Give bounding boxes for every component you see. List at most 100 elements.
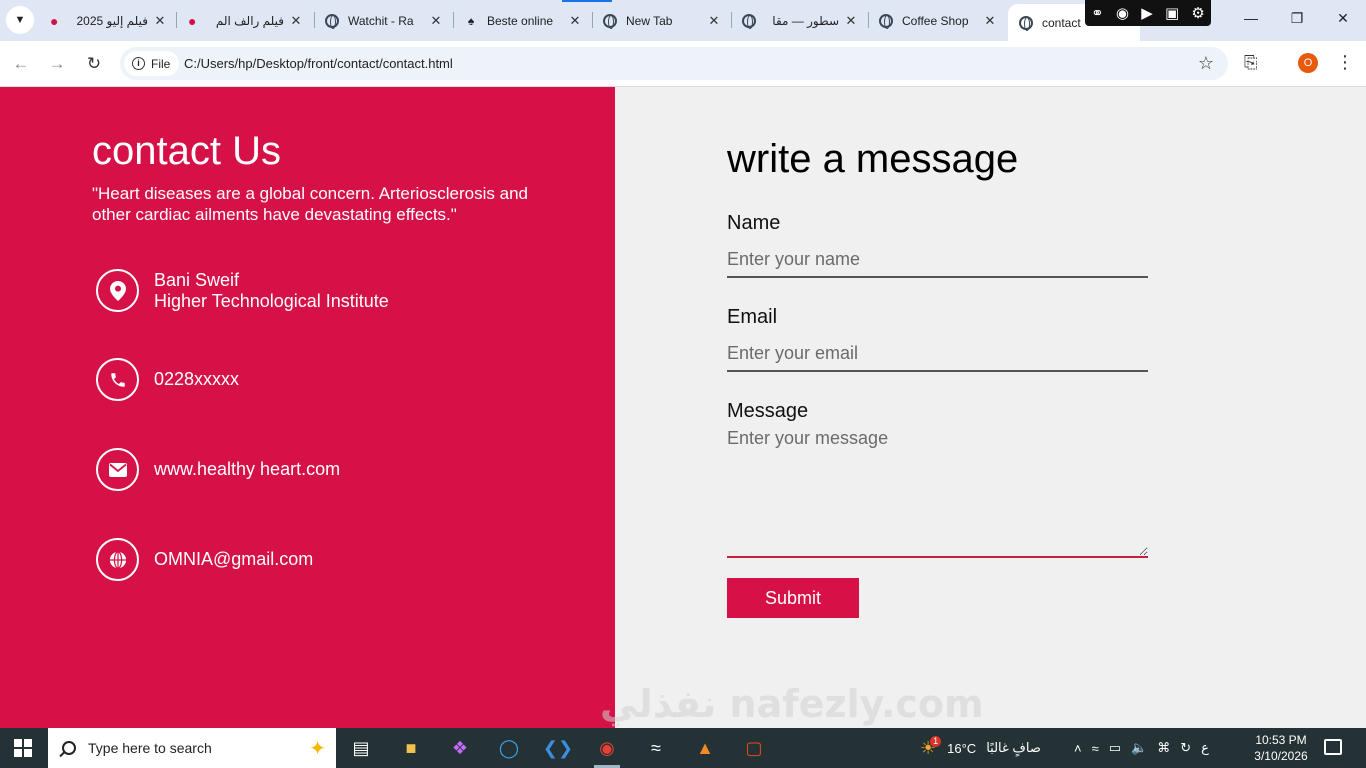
camera-icon[interactable]: ◉ [1116,4,1129,22]
website-row: www.healthy heart.com [96,448,340,491]
weather-widget[interactable]: ☀ 1 16°C صافٍ غالبًا [920,728,1041,768]
close-icon[interactable]: ✕ [706,13,722,29]
sparkle-icon: ✦ [309,738,326,760]
game-icon: ♠ [467,13,475,28]
phone-text: 0228xxxxx [154,369,240,389]
menu-icon[interactable]: ⋮ [1336,52,1354,73]
office-icon[interactable]: ▢ [739,734,769,762]
windows-taskbar: Type here to search ✦ ▤ ■ ❖ ◯ ❮❯ ◉ ≈ ▲ ▢… [0,728,1366,768]
browser-tab[interactable]: Watchit - Ra ✕ [324,6,444,35]
browser-tab[interactable]: Coffee Shop ✕ [878,6,998,35]
website-text: www.healthy heart.com [154,459,341,479]
loading-indicator [562,0,612,2]
contact-info-panel: contact Us "Heart diseases are a global … [0,87,615,728]
tab-search-button[interactable]: ▼ [6,6,34,34]
close-icon[interactable]: ✕ [428,13,444,29]
extensions-icon[interactable]: ⎘ [1244,53,1258,73]
red-logo-icon: ● [188,12,197,29]
vscode-icon[interactable]: ❮❯ [543,734,573,762]
info-icon: i [132,57,145,70]
weather-text: صافٍ غالبًا [986,740,1041,755]
reload-button[interactable]: ↻ [83,53,105,75]
tab-label: Watchit - Ra [348,13,414,28]
file-explorer-icon[interactable]: ■ [396,734,426,762]
site-info-chip[interactable]: i File [124,51,180,76]
app-icon[interactable]: ▲ [690,734,720,762]
close-window-button[interactable]: ✕ [1333,10,1353,27]
windows-start-icon[interactable] [14,739,32,757]
globe-icon [324,13,340,29]
chrome-icon[interactable]: ◉ [592,734,622,768]
address-line2: Higher Technological Institute [154,290,389,311]
wifi-icon[interactable]: ⌘ [1157,740,1170,756]
tab-label: New Tab [626,13,673,28]
sync-icon[interactable]: ↻ [1180,740,1191,756]
forward-button[interactable]: → [46,53,68,75]
tab-separator [731,12,732,28]
clock[interactable]: 10:53 PM 3/10/2026 [1248,732,1314,764]
tab-label: فيلم إليو 2025 [76,13,149,28]
globe-icon [96,538,139,581]
message-textarea[interactable] [727,428,1148,558]
browser-tab[interactable]: ● فيلم رالف الم ✕ [186,6,304,35]
browser-tab[interactable]: ♠ Beste online ✕ [463,6,583,35]
watermark: نفذلي nafezly.com [600,682,984,726]
video-icon[interactable]: ▶ [1141,4,1153,22]
close-icon[interactable]: ✕ [152,13,168,29]
back-button[interactable]: ← [10,53,32,75]
form-title: write a message [727,137,1019,181]
weather-badge: 1 [930,735,942,747]
minimize-button[interactable]: — [1241,10,1261,26]
file-chip-label: File [151,56,171,71]
email-input[interactable] [727,336,1148,372]
chevron-down-icon: ▼ [14,14,26,26]
name-input[interactable] [727,242,1148,278]
search-placeholder: Type here to search [88,740,212,756]
email-text: OMNIA@gmail.com [154,549,314,569]
browser-tab[interactable]: New Tab ✕ [602,6,722,35]
url-text[interactable]: C:/Users/hp/Desktop/front/contact/contac… [184,56,453,71]
name-label: Name [727,212,781,234]
tab-label: Beste online [487,13,554,28]
taskbar-search[interactable]: Type here to search ✦ [48,728,336,768]
network-icon[interactable]: ≈ [1092,741,1099,756]
system-tray: ˄ ≈ ▭ 🔈 ⌘ ↻ ع [1074,728,1209,768]
close-icon[interactable]: ✕ [843,13,859,29]
globe-icon [602,13,618,29]
location-pin-icon [96,269,139,312]
red-logo-icon: ● [50,12,59,29]
gear-icon[interactable]: ⚙ [1191,4,1204,22]
submit-button[interactable]: Submit [727,578,859,618]
message-form-panel: write a message Name Email Message Submi… [615,87,1366,728]
address-bar[interactable]: i File C:/Users/hp/Desktop/front/contact… [120,47,1228,80]
browser-toolbar: ← → ↻ i File C:/Users/hp/Desktop/front/c… [0,41,1366,87]
browser-tab[interactable]: سطور — مقا ✕ [741,6,859,35]
tab-label: فيلم رالف الم [215,13,284,28]
language-indicator[interactable]: ع [1201,740,1209,756]
contact-quote: "Heart diseases are a global concern. Ar… [92,184,528,224]
search-icon [62,741,76,755]
globe-icon [1018,15,1034,31]
chevron-up-icon[interactable]: ˄ [1074,741,1082,756]
close-icon[interactable]: ✕ [288,13,304,29]
email-label: Email [727,306,778,328]
link-icon[interactable]: ⚭ [1091,4,1104,22]
contact-page: contact Us "Heart diseases are a global … [0,87,1366,728]
address-text: Bani Sweif Higher Technological Institut… [154,270,389,312]
volume-icon[interactable]: 🔈 [1131,740,1147,756]
browser-tab[interactable]: ● فيلم إليو 2025 ✕ [48,6,168,35]
globe-icon [878,13,894,29]
close-icon[interactable]: ✕ [567,13,583,29]
contact-title: contact Us [92,129,281,173]
bookmark-star-icon[interactable]: ☆ [1198,53,1214,74]
battery-icon[interactable]: ▭ [1109,740,1121,756]
notification-icon[interactable] [1324,739,1342,755]
window-icon[interactable]: ▣ [1165,4,1179,22]
close-icon[interactable]: ✕ [982,13,998,29]
restore-button[interactable]: ❐ [1287,10,1307,27]
copilot-icon[interactable]: ❖ [445,734,475,762]
task-view-icon[interactable]: ▤ [346,734,376,762]
wifi-app-icon[interactable]: ≈ [641,734,671,762]
profile-avatar[interactable]: O [1298,53,1318,73]
edge-icon[interactable]: ◯ [494,734,524,762]
